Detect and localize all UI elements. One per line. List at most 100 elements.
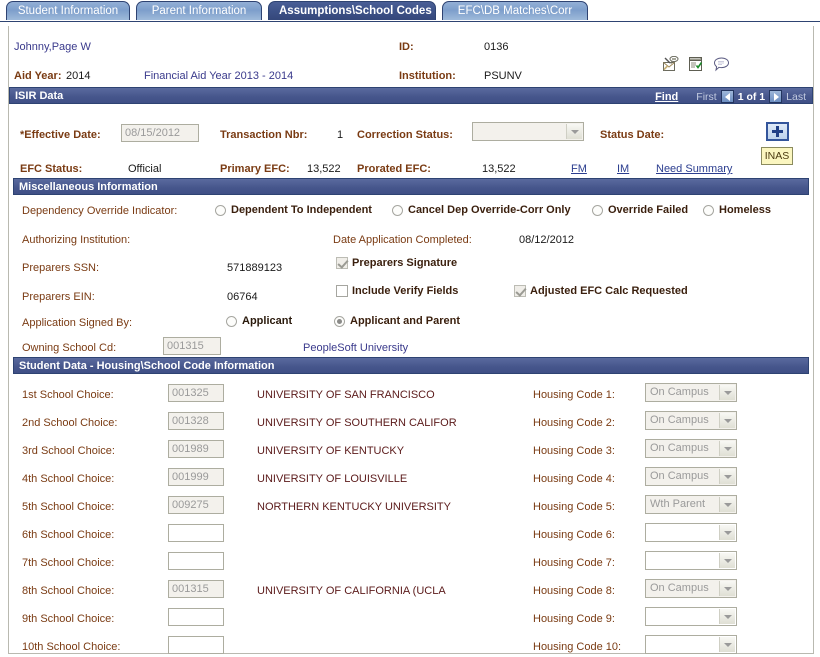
im-link[interactable]: IM (617, 163, 629, 175)
tab-bar: Student Information Parent Information A… (0, 0, 820, 22)
inas-button[interactable]: INAS (761, 147, 793, 165)
prorated-efc-value: 13,522 (482, 163, 516, 175)
housing-code-label-3: Housing Code 3: (533, 445, 615, 457)
school-choice-input-9[interactable] (168, 608, 224, 626)
radio-signed-by-applicant-and-parent[interactable] (334, 316, 345, 327)
housing-code-value-4: On Campus (650, 470, 709, 482)
aid-year-value: 2014 (66, 70, 91, 82)
chevron-down-icon (719, 469, 735, 484)
school-name-4: UNIVERSITY OF LOUISVILLE (257, 473, 408, 485)
comments-icon[interactable] (713, 56, 730, 72)
housing-code-select-10[interactable] (645, 635, 737, 654)
school-choice-input-1[interactable]: 001325 (168, 384, 224, 402)
school-choice-label-3: 3rd School Choice: (22, 445, 115, 457)
housing-code-label-10: Housing Code 10: (533, 641, 622, 653)
housing-code-value-5: Wth Parent (650, 498, 706, 510)
isir-data-group-bar: ISIR Data Find First 1 of 1 Last (9, 87, 813, 104)
radio-label-homeless: Homeless (719, 204, 771, 216)
housing-code-select-1[interactable]: On Campus (645, 383, 737, 402)
primary-efc-value: 13,522 (307, 163, 341, 175)
housing-code-select-9[interactable] (645, 607, 737, 626)
housing-code-select-8[interactable]: On Campus (645, 579, 737, 598)
housing-code-select-7[interactable] (645, 551, 737, 570)
chevron-down-icon (566, 124, 582, 139)
first-label[interactable]: First (696, 89, 716, 105)
radio-label-signed-by-applicant-and-parent: Applicant and Parent (350, 315, 461, 327)
school-name-3: UNIVERSITY OF KENTUCKY (257, 445, 405, 457)
school-choice-input-8[interactable]: 001315 (168, 580, 224, 598)
notify-icon[interactable] (663, 55, 679, 72)
housing-code-label-6: Housing Code 6: (533, 529, 615, 541)
housing-code-value-2: On Campus (650, 414, 709, 426)
radio-homeless[interactable] (703, 205, 714, 216)
efc-status-label: EFC Status: (20, 163, 83, 175)
preparers-ein-value: 06764 (227, 291, 258, 303)
tab-assumptions-school-codes[interactable]: Assumptions\School Codes (268, 1, 436, 20)
radio-label-signed-by-applicant: Applicant (242, 315, 293, 327)
school-choice-input-3[interactable]: 001989 (168, 440, 224, 458)
school-choice-input-2[interactable]: 001328 (168, 412, 224, 430)
radio-cancel-dep-override[interactable] (392, 205, 403, 216)
aid-year-label: Aid Year: (14, 70, 62, 82)
school-choice-input-5[interactable]: 009275 (168, 496, 224, 514)
school-choice-input-6[interactable] (168, 524, 224, 542)
need-summary-link[interactable]: Need Summary (656, 163, 732, 175)
checkbox-adjusted-efc-calc-requested[interactable] (514, 285, 526, 297)
school-code-title: Student Data - Housing\School Code Infor… (19, 360, 275, 372)
school-choice-input-10[interactable] (168, 636, 224, 654)
isir-nav-zone: Find First 1 of 1 Last (655, 88, 806, 105)
housing-code-select-6[interactable] (645, 523, 737, 542)
find-link[interactable]: Find (655, 89, 678, 105)
school-choice-label-7: 7th School Choice: (22, 557, 115, 569)
correction-status-select[interactable] (472, 122, 584, 141)
housing-code-label-1: Housing Code 1: (533, 389, 615, 401)
authorizing-institution-label: Authorizing Institution: (22, 234, 131, 246)
housing-code-select-2[interactable]: On Campus (645, 411, 737, 430)
tab-student-information[interactable]: Student Information (6, 1, 130, 20)
radio-signed-by-applicant[interactable] (226, 316, 237, 327)
effective-date-input[interactable]: 08/15/2012 (121, 124, 199, 142)
housing-code-label-4: Housing Code 4: (533, 473, 615, 485)
housing-code-select-4[interactable]: On Campus (645, 467, 737, 486)
chevron-down-icon (719, 441, 735, 456)
housing-code-label-2: Housing Code 2: (533, 417, 615, 429)
prev-page-arrow[interactable] (720, 90, 734, 103)
checklist-icon[interactable] (688, 56, 704, 72)
housing-code-value-1: On Campus (650, 386, 709, 398)
school-choice-label-9: 9th School Choice: (22, 613, 115, 625)
school-choice-label-6: 6th School Choice: (22, 529, 115, 541)
last-label[interactable]: Last (786, 89, 806, 105)
school-choice-label-10: 10th School Choice: (22, 641, 121, 653)
school-choice-input-7[interactable] (168, 552, 224, 570)
effective-date-label: *Effective Date: (20, 129, 101, 141)
radio-label-dependent-to-independent: Dependent To Independent (231, 204, 372, 216)
tab-parent-information[interactable]: Parent Information (136, 1, 262, 20)
fm-link[interactable]: FM (571, 163, 587, 175)
date-application-completed-label: Date Application Completed: (333, 234, 472, 246)
efc-status-value: Official (128, 163, 162, 175)
housing-code-label-5: Housing Code 5: (533, 501, 615, 513)
housing-code-select-5[interactable]: Wth Parent (645, 495, 737, 514)
radio-dependent-to-independent[interactable] (215, 205, 226, 216)
checkbox-preparers-signature[interactable] (336, 257, 348, 269)
owning-school-cd-input[interactable]: 001315 (163, 337, 221, 355)
radio-override-failed[interactable] (592, 205, 603, 216)
radio-label-cancel-dep-override: Cancel Dep Override-Corr Only (408, 204, 571, 216)
add-row-button[interactable] (766, 122, 789, 141)
housing-code-value-3: On Campus (650, 442, 709, 454)
chevron-down-icon (719, 609, 735, 624)
school-choice-label-5: 5th School Choice: (22, 501, 115, 513)
chevron-down-icon (719, 413, 735, 428)
page-count: 1 of 1 (737, 90, 766, 103)
school-choice-input-4[interactable]: 001999 (168, 468, 224, 486)
tab-efc-db-matches-corr[interactable]: EFC\DB Matches\Corr (442, 1, 588, 20)
checkbox-label-preparers-signature: Preparers Signature (352, 257, 458, 269)
id-label: ID: (399, 41, 414, 53)
housing-code-label-9: Housing Code 9: (533, 613, 615, 625)
primary-efc-label: Primary EFC: (220, 163, 290, 175)
housing-code-select-3[interactable]: On Campus (645, 439, 737, 458)
checkbox-include-verify-fields[interactable] (336, 285, 348, 297)
peoplesoft-isir-page: Student Information Parent Information A… (0, 0, 820, 657)
next-page-arrow[interactable] (769, 90, 783, 103)
chevron-down-icon (719, 497, 735, 512)
